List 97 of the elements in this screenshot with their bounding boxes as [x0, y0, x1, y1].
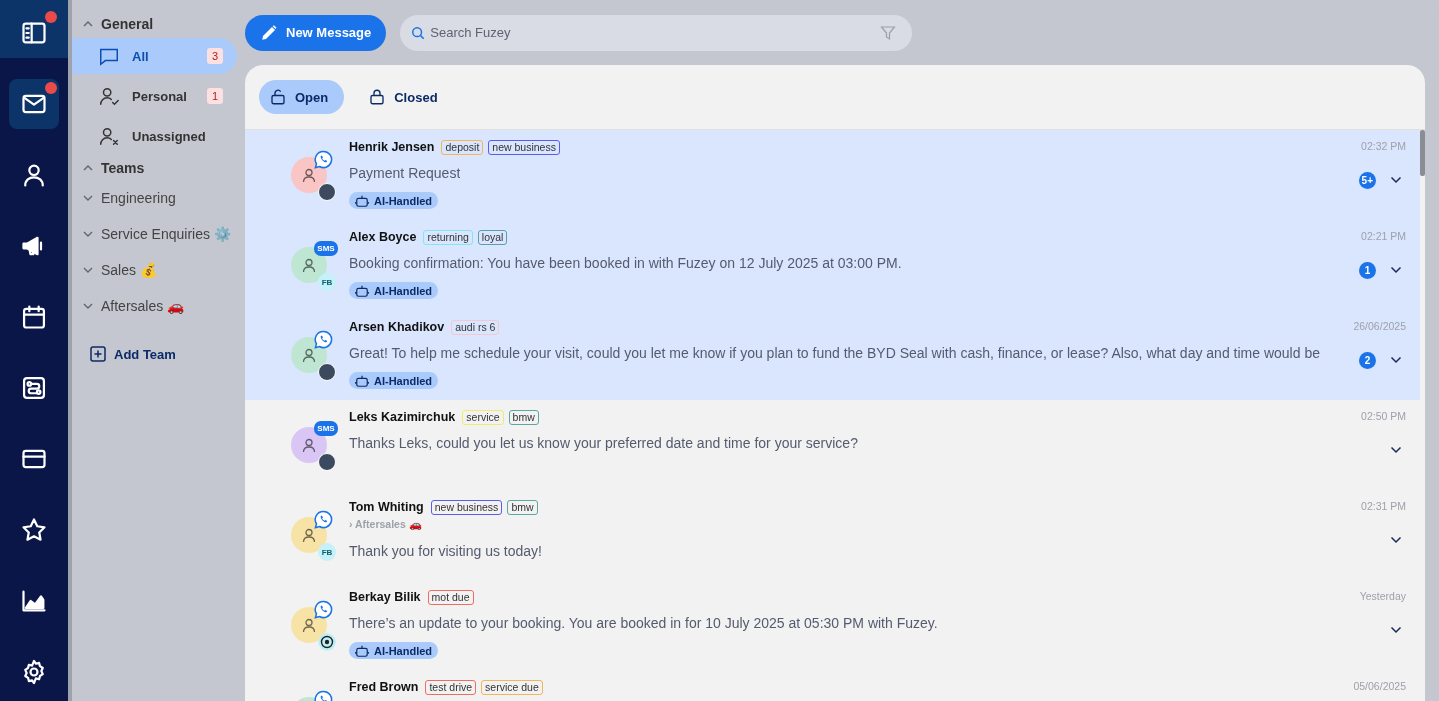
contact-name: Henrik Jensen: [349, 140, 435, 154]
timestamp: Yesterday: [1359, 590, 1406, 602]
unread-count-badge: 5+: [1358, 171, 1376, 189]
unlocked-padlock-icon: [269, 88, 287, 106]
conversation-row[interactable]: Berkay Bilik mot due There’s an update to your booking. You are booked in for 10 July 2025 at 05:30 PM with Fuzey. AI-Handled Yesterday: [245, 580, 1420, 670]
tag: deposit: [441, 139, 484, 155]
agent-photo-placeholder: [318, 363, 336, 381]
tag: loyal: [477, 229, 508, 245]
team-item[interactable]: Engineering: [72, 180, 245, 216]
agent-photo-placeholder: [318, 183, 336, 201]
inbox-item[interactable]: All 3: [72, 38, 237, 74]
section-header[interactable]: Teams: [72, 156, 245, 180]
conversation-row[interactable]: Fred Brown test drive service due 05/06/2025: [245, 670, 1420, 701]
user-check-icon: [98, 85, 120, 107]
timestamp: 02:31 PM: [1361, 500, 1406, 512]
conversation-row[interactable]: FB Tom Whiting new business bmw › Aftersales 🚗 Thank you for visiting us today! 02:31 PM: [245, 490, 1420, 580]
tag: audi rs 6: [451, 319, 500, 335]
team-item[interactable]: Service Enquiries ⚙: [72, 216, 245, 252]
chevron-down-icon[interactable]: [1390, 446, 1402, 454]
plus-square-icon: [90, 346, 106, 362]
contact-name: Tom Whiting: [349, 500, 424, 514]
inbox-item[interactable]: Unassigned: [72, 118, 237, 154]
team-label: › Aftersales 🚗: [349, 518, 422, 531]
tag: mot due: [427, 589, 474, 605]
timestamp: 02:32 PM: [1361, 140, 1406, 152]
tag: new business: [488, 139, 560, 155]
robot-icon: [355, 193, 369, 208]
chevron-down-icon[interactable]: [1390, 356, 1402, 364]
user-x-icon: [98, 125, 120, 147]
timestamp: 05/06/2025: [1353, 680, 1406, 692]
tag: bmw: [507, 499, 538, 515]
conversation-row[interactable]: Henrik Jensen deposit new business Payment Request AI-Handled 02:32 PM 5+: [245, 130, 1420, 220]
tag: new business: [430, 499, 503, 515]
count-badge: 1: [206, 88, 223, 104]
ai-handled-badge: AI-Handled: [349, 642, 439, 659]
status-tab[interactable]: Open: [259, 80, 345, 114]
contact-name: Leks Kazimirchuk: [349, 410, 456, 424]
agent-initials-avatar: FB: [318, 273, 336, 291]
contact-name: Arsen Khadikov: [349, 320, 445, 334]
contact-name: Alex Boyce: [349, 230, 417, 244]
message-preview: There’s an update to your booking. You are booked in for 10 July 2025 at 05:30 PM with Fuzey.: [349, 615, 938, 631]
ai-handled-badge: AI-Handled: [349, 372, 439, 389]
message-preview: Thanks Leks, could you let us know your preferred date and time for your service?: [349, 435, 858, 451]
conversation-row[interactable]: [245, 310, 1420, 400]
message-preview: Great! To help me schedule your visit, could you let me know if you plan to fund the BYD Seal with cash, finance, or lease? Also, what day and time would be: [349, 345, 1320, 361]
sms-badge: SMS: [314, 241, 338, 256]
add-team-button[interactable]: Add Team: [72, 342, 245, 366]
tag: test drive: [425, 679, 477, 695]
phone-chat-bubble-icon: [314, 600, 333, 619]
timestamp: 26/06/2025: [1353, 320, 1406, 332]
agent-initials-avatar: FB: [318, 543, 336, 561]
team-item[interactable]: Sales 💰: [72, 252, 245, 288]
contact-name: Fred Brown: [349, 680, 419, 694]
ai-handled-badge: AI-Handled: [349, 192, 439, 209]
tag: service: [462, 409, 504, 425]
chevron-down-icon[interactable]: [1390, 176, 1402, 184]
contact-name: Berkay Bilik: [349, 590, 421, 604]
robot-icon: [355, 283, 369, 298]
agent-photo-placeholder: [318, 453, 336, 471]
unread-count-badge: 1: [1359, 261, 1376, 279]
unread-count-badge: 2: [1359, 351, 1376, 369]
tag: bmw: [508, 409, 539, 425]
conversation-row[interactable]: SMS FB Alex Boyce returning loyal Booking confirmation: You have been booked in with Fuzey on 12 July 2025 at 03:00 PM. AI-Handled 02:21 PM 1: [245, 220, 1420, 310]
message-preview: Thank you for visiting us today!: [349, 543, 542, 559]
phone-chat-bubble-icon: [314, 150, 333, 169]
robot-icon: [355, 373, 369, 388]
target-icon: [318, 633, 336, 651]
search-field[interactable]: Search Fuzey: [400, 14, 913, 51]
calendar-icon: [20, 303, 48, 331]
chevron-down-icon[interactable]: [1390, 626, 1402, 634]
timestamp: 02:50 PM: [1361, 410, 1406, 422]
pencil-icon: [260, 23, 278, 42]
status-tab[interactable]: Closed: [358, 80, 454, 114]
ai-handled-badge: AI-Handled: [349, 282, 439, 299]
tag: service due: [481, 679, 543, 695]
inbox-item[interactable]: Personal 1: [72, 78, 237, 114]
new-message-button[interactable]: New Message: [245, 14, 387, 51]
tag: returning: [423, 229, 473, 245]
search-icon: [411, 25, 426, 40]
count-badge: 3: [206, 48, 223, 64]
section-header[interactable]: General: [72, 12, 245, 36]
message-preview: Payment Request: [349, 165, 461, 181]
nav-button[interactable]: [9, 79, 59, 129]
flow-icon: [20, 374, 48, 402]
timestamp: 02:21 PM: [1361, 230, 1406, 242]
phone-chat-bubble-icon: [314, 330, 333, 349]
chevron-down-icon[interactable]: [1390, 266, 1402, 274]
phone-chat-bubble-icon: [314, 510, 333, 529]
message-preview: Booking confirmation: You have been booked in with Fuzey on 12 July 2025 at 03:00 PM.: [349, 255, 902, 271]
star-icon: [20, 516, 48, 544]
robot-icon: [355, 643, 369, 658]
scrollbar-thumb[interactable]: [1420, 130, 1425, 176]
sms-badge: SMS: [314, 421, 338, 436]
conversation-row[interactable]: SMS Leks Kazimirchuk service bmw Thanks Leks, could you let us know your preferred date and time for your service? 02:50 PM: [245, 400, 1420, 490]
team-item[interactable]: Aftersales 🚗: [72, 288, 245, 324]
padlock-icon: [368, 88, 387, 106]
chevron-down-icon[interactable]: [1390, 536, 1402, 544]
